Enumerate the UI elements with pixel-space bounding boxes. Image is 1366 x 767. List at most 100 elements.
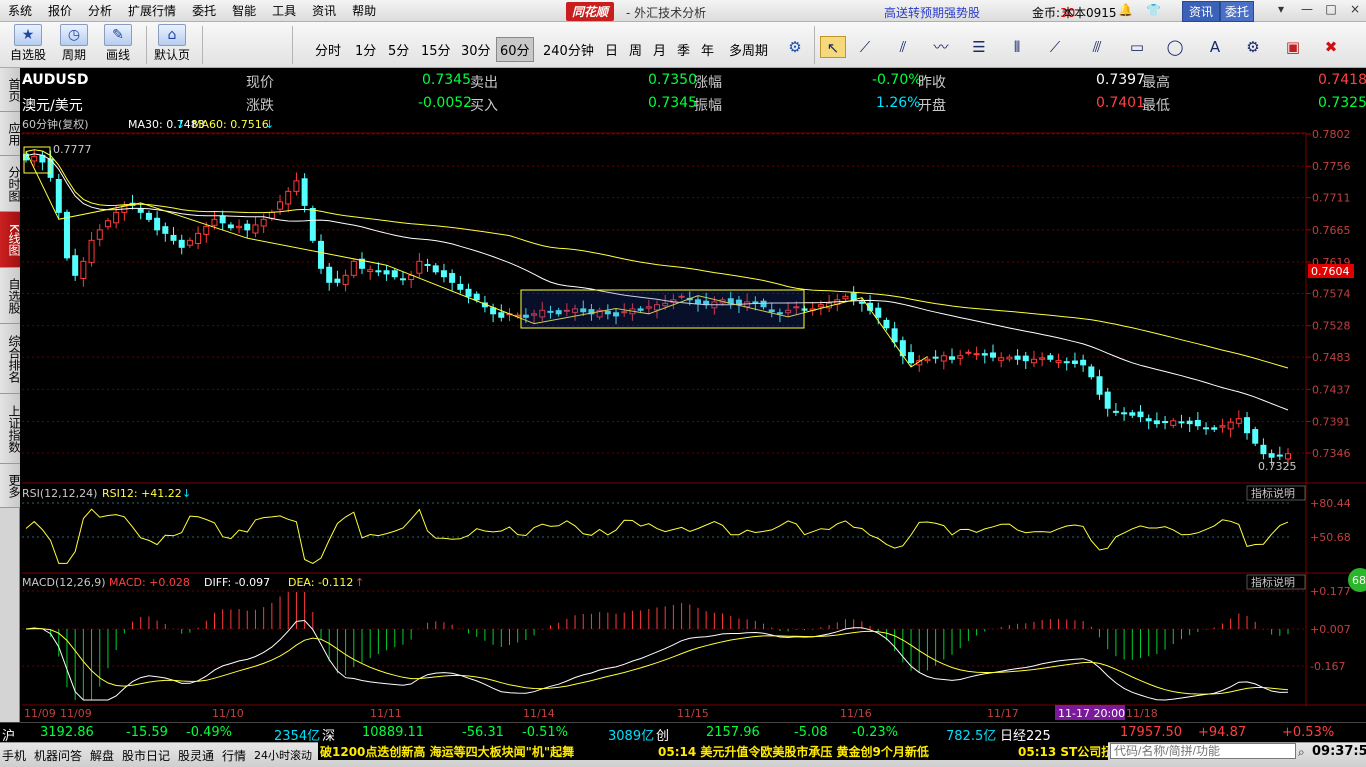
macd-name-label: MACD(12,26,9): [22, 576, 106, 589]
tab-ranking[interactable]: 综合排名: [0, 324, 21, 394]
candle-body: [137, 208, 144, 213]
tab-home[interactable]: 首页: [0, 68, 21, 112]
candle-body: [1014, 355, 1021, 360]
current-price-tag: 0.7604: [1311, 265, 1350, 278]
search-icon[interactable]: ⌕: [1298, 745, 1305, 760]
ticker-sz-pct: -0.51%: [522, 725, 568, 740]
status-diary[interactable]: 股市日记: [122, 747, 170, 764]
price-tick-label: 0.7665: [1312, 224, 1351, 237]
rsi-explain-button[interactable]: 指标说明: [1251, 486, 1295, 500]
rsi-tick-label: +80.44: [1310, 497, 1351, 510]
candle-body: [842, 295, 849, 300]
status-mobile[interactable]: 手机: [2, 747, 26, 764]
ma30-arrow-icon: ↓: [176, 118, 185, 131]
rsi-arrow-icon: ↓: [182, 487, 191, 500]
candle-body: [309, 208, 316, 241]
candle-body: [940, 355, 947, 362]
candle-body: [1219, 425, 1226, 428]
candle-body: [277, 201, 284, 210]
candle-body: [457, 283, 464, 290]
news-item-2[interactable]: 05:14 美元升值令欧美股市承压 黄金创9个月新低: [658, 743, 929, 760]
status-gulingtong[interactable]: 股灵通: [178, 747, 214, 764]
zigzag-line: [25, 151, 928, 368]
rsi-tick-label: +50.68: [1310, 531, 1351, 544]
candle-body: [318, 240, 325, 269]
dea-value-label: DEA: -0.112: [288, 576, 353, 589]
date-tick-label: 11/18: [1126, 707, 1158, 720]
status-quote[interactable]: 行情: [222, 747, 246, 764]
candle-body: [72, 255, 79, 276]
candle-body: [924, 358, 931, 362]
date-tick-label: 11/15: [677, 707, 709, 720]
ma60-arrow-icon: ↓: [265, 118, 274, 131]
status-analysis[interactable]: 解盘: [90, 747, 114, 764]
macd-tick-label: +0.007: [1310, 623, 1351, 636]
candle-body: [1194, 419, 1201, 427]
consolidation-box: [520, 289, 805, 329]
candle-body: [334, 278, 341, 283]
candle-body: [1129, 412, 1136, 416]
candle-body: [1137, 411, 1144, 418]
candle-body: [1088, 366, 1095, 378]
candle-body: [383, 270, 390, 275]
candle-body: [1260, 444, 1267, 455]
candle-body: [416, 260, 423, 274]
clock: 09:37:54: [1312, 744, 1366, 759]
candle-body: [1030, 358, 1037, 364]
candle-body: [449, 273, 456, 283]
candle-body: [1104, 391, 1111, 409]
candle-body: [424, 263, 431, 266]
price-tick-label: 0.7483: [1312, 351, 1351, 364]
candle-body: [1268, 453, 1275, 458]
kline-chart[interactable]: 0.78020.77560.77110.76650.76190.75740.75…: [20, 0, 1366, 722]
tab-kline[interactable]: K线图: [0, 212, 21, 268]
candle-body: [1121, 412, 1128, 415]
candle-body: [1039, 357, 1046, 360]
rsi-line: [25, 508, 1289, 564]
status-qa[interactable]: 机器问答: [34, 747, 82, 764]
ma60-label: MA60: 0.7516: [192, 118, 269, 131]
date-tick-label: 11/09: [60, 707, 92, 720]
ma-period-label: 60分钟(复权): [22, 117, 89, 131]
rsi-value-label: RSI12: +41.22: [102, 487, 182, 500]
ticker-sz-change: -56.31: [462, 725, 504, 740]
ticker-rj-pct: +0.53%: [1282, 725, 1335, 740]
tab-watchlist[interactable]: 自选股: [0, 268, 21, 324]
candle-body: [96, 229, 103, 240]
macd-explain-button[interactable]: 指标说明: [1251, 575, 1295, 589]
tab-sh-index[interactable]: 上证指数: [0, 394, 21, 464]
badge-text[interactable]: 68: [1352, 574, 1366, 587]
status-24h[interactable]: 24小时滚动: [254, 747, 312, 763]
candle-body: [1153, 420, 1160, 425]
candle-body: [989, 352, 996, 358]
candle-body: [391, 270, 398, 278]
date-tick-label: 11/17: [987, 707, 1019, 720]
candle-body: [55, 178, 62, 213]
candle-body: [1022, 355, 1029, 362]
tab-apps[interactable]: 应用: [0, 112, 21, 156]
candle-body: [195, 232, 202, 244]
news-item-1[interactable]: 破1200点迭创新高 海运等四大板块闻"机"起舞: [320, 743, 574, 760]
candle-body: [1178, 421, 1185, 424]
candle-body: [473, 293, 480, 301]
price-tick-label: 0.7391: [1312, 416, 1351, 429]
tab-intraday[interactable]: 分时图: [0, 156, 21, 212]
candle-body: [293, 180, 300, 192]
date-tick-label: 11/10: [212, 707, 244, 720]
candle-body: [1244, 417, 1251, 434]
candle-body: [1186, 420, 1193, 425]
candle-body: [219, 215, 226, 224]
candle-body: [498, 312, 505, 318]
candle-body: [949, 356, 956, 360]
news-item-3[interactable]: 05:13 ST公司扭亏自: [1018, 743, 1108, 760]
candle-body: [908, 352, 915, 364]
candle-body: [399, 278, 406, 281]
macd-dea-line: [25, 628, 1289, 695]
candle-body: [1055, 360, 1062, 363]
tab-more[interactable]: 更多: [0, 464, 21, 508]
candle-body: [432, 265, 439, 273]
code-search-input[interactable]: [1110, 743, 1296, 759]
news-scroller[interactable]: 破1200点迭创新高 海运等四大板块闻"机"起舞 05:14 美元升值令欧美股市…: [318, 742, 1108, 760]
price-tick-label: 0.7756: [1312, 160, 1351, 173]
macd-tick-label: -0.167: [1310, 660, 1345, 673]
